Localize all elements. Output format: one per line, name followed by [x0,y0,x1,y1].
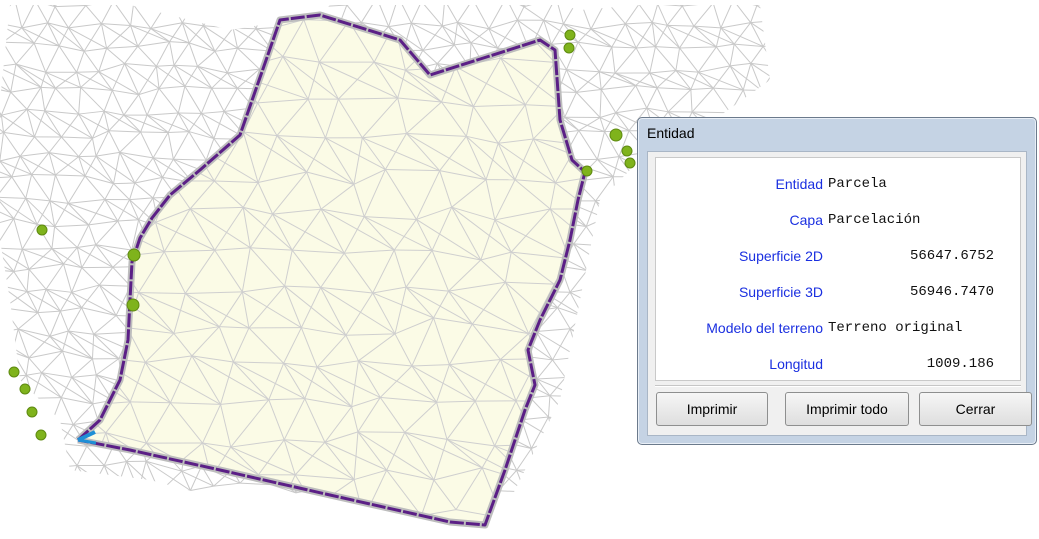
property-value: 1009.186 [926,356,994,372]
property-value: Parcelación [828,212,921,228]
property-row-longitud: Longitud 1009.186 [656,356,1020,376]
property-value: 56946.7470 [909,284,994,300]
vertex-marker[interactable] [624,157,636,169]
dialog-title: Entidad [647,125,695,141]
property-row-modelo-terreno: Modelo del terreno Terreno original [656,320,1020,340]
property-value: Terreno original [828,320,963,336]
vertex-marker[interactable] [126,298,140,312]
properties-panel: Entidad Parcela Capa Parcelación Superfi… [655,157,1021,381]
vertex-marker[interactable] [127,248,141,262]
vertex-marker[interactable] [19,383,31,395]
property-row-superficie-3d: Superficie 3D 56946.7470 [656,284,1020,304]
divider [655,385,1021,387]
close-button[interactable]: Cerrar [919,392,1032,426]
property-label: Capa [789,212,823,228]
print-button[interactable]: Imprimir [656,392,768,426]
vertex-marker[interactable] [564,29,576,41]
property-value: 56647.6752 [909,248,994,264]
vertex-marker[interactable] [621,145,633,157]
property-label: Superficie 2D [738,248,823,264]
vertex-marker[interactable] [8,366,20,378]
entity-dialog: Entidad Entidad Parcela Capa Parcelación… [637,117,1037,445]
property-value: Parcela [828,176,887,192]
vertex-marker[interactable] [581,165,593,177]
vertex-marker[interactable] [26,406,38,418]
vertex-marker[interactable] [35,429,47,441]
property-label: Modelo del terreno [706,320,823,336]
vertex-marker[interactable] [563,42,575,54]
dialog-body: Entidad Parcela Capa Parcelación Superfi… [647,151,1032,436]
property-row-entidad: Entidad Parcela [656,176,1020,196]
property-label: Superficie 3D [738,284,823,300]
property-label: Entidad [775,176,823,192]
property-row-capa: Capa Parcelación [656,212,1020,232]
print-all-button[interactable]: Imprimir todo [785,392,909,426]
property-label: Longitud [769,356,823,372]
vertex-marker[interactable] [609,128,623,142]
vertex-marker[interactable] [36,224,48,236]
property-row-superficie-2d: Superficie 2D 56647.6752 [656,248,1020,268]
